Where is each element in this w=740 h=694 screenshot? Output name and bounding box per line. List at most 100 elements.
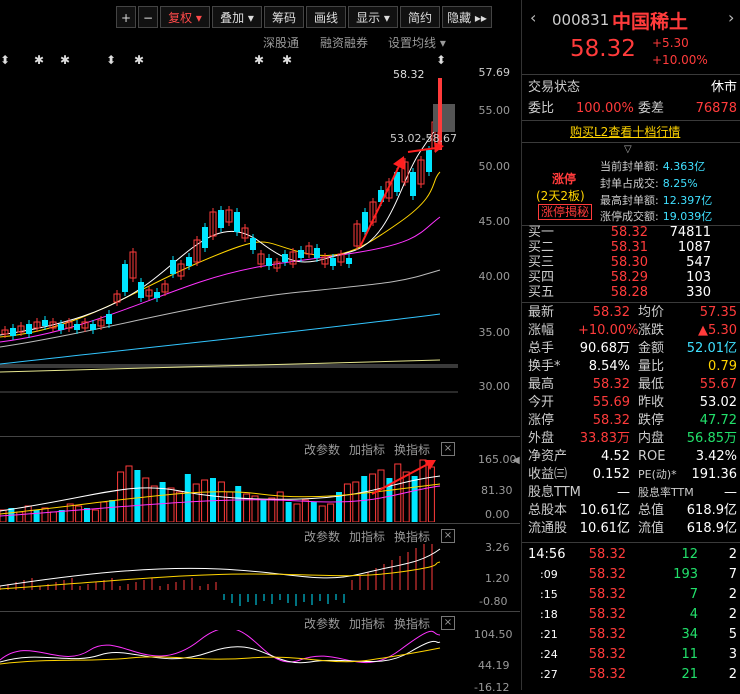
stat-row: 净资产 4.52 ROE 3.42% (528, 448, 737, 466)
zoom-out-button[interactable]: − (138, 6, 158, 28)
stats-table: 最新 58.32 均价 57.35 涨幅 +10.00% 涨跌 ▲5.30 总手 90.68万 金额… (522, 304, 740, 540)
stock-change-pct: +10.00% (652, 53, 708, 67)
bid-row[interactable]: 买五 58.28 330 (528, 284, 737, 302)
ma-setting-link[interactable]: 设置均线 ▾ (388, 34, 446, 51)
vol-axis-top: 165.00 (478, 453, 517, 466)
stat-label: 换手* (528, 359, 561, 374)
adjust-button[interactable]: 复权 ▾ (160, 6, 210, 28)
stat-row: 股息TTM — 股息率TTM — (528, 484, 737, 502)
volume-bar (217, 481, 225, 522)
macd-close-icon[interactable]: × (441, 529, 455, 543)
macd-axis-top: 3.26 (485, 541, 510, 554)
draw-line-button[interactable]: 画线 (306, 6, 346, 28)
stat-value: 58.32 (592, 413, 630, 428)
candle (90, 324, 96, 330)
macd-switch-indicator[interactable]: 换指标 (394, 528, 430, 545)
stat-label: 总股本 (528, 503, 568, 518)
volume-bar (402, 471, 410, 522)
ma10-line (0, 171, 441, 338)
stat-row: 最新 58.32 均价 57.35 (528, 304, 737, 322)
stat-value: 618.9亿 (686, 521, 737, 536)
kdj-close-icon[interactable]: × (441, 616, 455, 630)
candle (298, 250, 304, 258)
volume-bar (16, 511, 24, 522)
stat-label: 涨停 (528, 413, 555, 428)
macd-add-indicator[interactable]: 加指标 (349, 528, 385, 545)
display-button[interactable]: 显示 ▾ (348, 6, 398, 28)
volume-bar (75, 505, 83, 522)
volume-bar (343, 483, 351, 522)
chart-area[interactable]: + − 复权 ▾ 叠加 ▾ 筹码 画线 显示 ▾ 简约 隐藏 ▸▸ 深股通 融资… (0, 0, 520, 694)
collapse-handle[interactable]: ◀ (512, 455, 520, 485)
volume-bar (33, 510, 40, 522)
volume-bar (41, 507, 49, 522)
tick-time: :21 (540, 628, 558, 641)
chips-button[interactable]: 筹码 (264, 6, 304, 28)
hide-button[interactable]: 隐藏 ▸▸ (442, 6, 492, 28)
stat-value: 0.152 (592, 467, 630, 482)
stat-row: 总股本 10.61亿 总值 618.9亿 (528, 502, 737, 520)
overlay-button[interactable]: 叠加 ▾ (212, 6, 262, 28)
volume-bar (377, 469, 385, 522)
stat-label: 今开 (528, 395, 555, 410)
high-price-tag: 58.32 (393, 68, 425, 81)
stat-label: 量比 (638, 359, 665, 374)
volume-bar (394, 463, 402, 522)
wb-label: 委比 (528, 101, 555, 116)
volume-bar (84, 508, 90, 522)
vol-axis-mid: 81.30 (481, 484, 513, 497)
axis-tick: 45.00 (478, 215, 511, 228)
stat-label: 涨跌 (638, 323, 665, 338)
margin-link[interactable]: 融资融券 (320, 34, 368, 51)
volume-bar (109, 500, 116, 522)
candle (410, 172, 416, 196)
tick-price: 58.32 (588, 607, 626, 622)
simple-button[interactable]: 简约 (400, 6, 440, 28)
volume-bar (66, 503, 74, 522)
status-value: 休市 (710, 80, 737, 95)
limit-up-secret-button[interactable]: 涨停揭秘 (538, 204, 593, 220)
stat-label: 净资产 (528, 449, 568, 464)
volume-bar (310, 502, 317, 522)
max-seal-line: 最高封单额: 12.397亿 (600, 194, 713, 207)
svg-text:⬍: ⬍ (436, 53, 446, 67)
stock-name: 中国稀土 (612, 11, 689, 33)
quote-panel: ‹ › 000831 中国稀土 58.32 +5.30 +10.00% 交易状态… (521, 0, 740, 690)
stat-label: 外盘 (528, 431, 555, 446)
expand-icon[interactable]: ▽ (624, 144, 632, 155)
stock-code: 000831 (552, 11, 610, 29)
tick-time: :27 (540, 668, 558, 681)
tick-row: :24 58.32 11 3 (528, 646, 737, 664)
svg-text:✱: ✱ (282, 53, 292, 67)
sz-connect-link[interactable]: 深股通 (263, 34, 299, 51)
next-stock-icon[interactable]: › (728, 8, 734, 27)
kdj-axis-top: 104.50 (474, 628, 513, 641)
candle (202, 227, 208, 248)
volume-bar (117, 471, 125, 522)
zoom-in-button[interactable]: + (116, 6, 136, 28)
kdj-axis-bot: -16.12 (474, 681, 510, 694)
stat-row: 总手 90.68万 金额 52.01亿 (528, 340, 737, 358)
stat-value: 191.36 (691, 467, 738, 482)
stat-row: 最高 58.32 最低 55.67 (528, 376, 737, 394)
stat-value: — (724, 485, 737, 500)
tick-price: 58.32 (588, 647, 626, 662)
stat-value: 10.61亿 (579, 503, 630, 518)
stat-label: 金额 (638, 341, 665, 356)
volume-bar (301, 499, 309, 522)
stat-label: 最新 (528, 305, 555, 320)
macd-edit-params[interactable]: 改参数 (304, 528, 340, 545)
stat-label: 总手 (528, 341, 555, 356)
stat-value: 47.72 (699, 413, 737, 428)
prev-stock-icon[interactable]: ‹ (530, 8, 536, 27)
candle-chart[interactable]: ⬍ ✱ ✱ ⬍ ✱ ✱ ✱ ⬍ (0, 52, 458, 432)
wb-value: 100.00% (576, 101, 634, 116)
vol-close-icon[interactable]: × (441, 442, 455, 456)
volume-bar (260, 500, 267, 522)
volume-bar (210, 478, 216, 522)
stat-label: 流通股 (528, 521, 568, 536)
l2-link[interactable]: 购买L2查看十档行情 (570, 123, 680, 140)
axis-tick: 30.00 (478, 380, 511, 393)
stat-value: 53.02 (699, 395, 737, 410)
stat-value: 52.01亿 (686, 341, 737, 356)
